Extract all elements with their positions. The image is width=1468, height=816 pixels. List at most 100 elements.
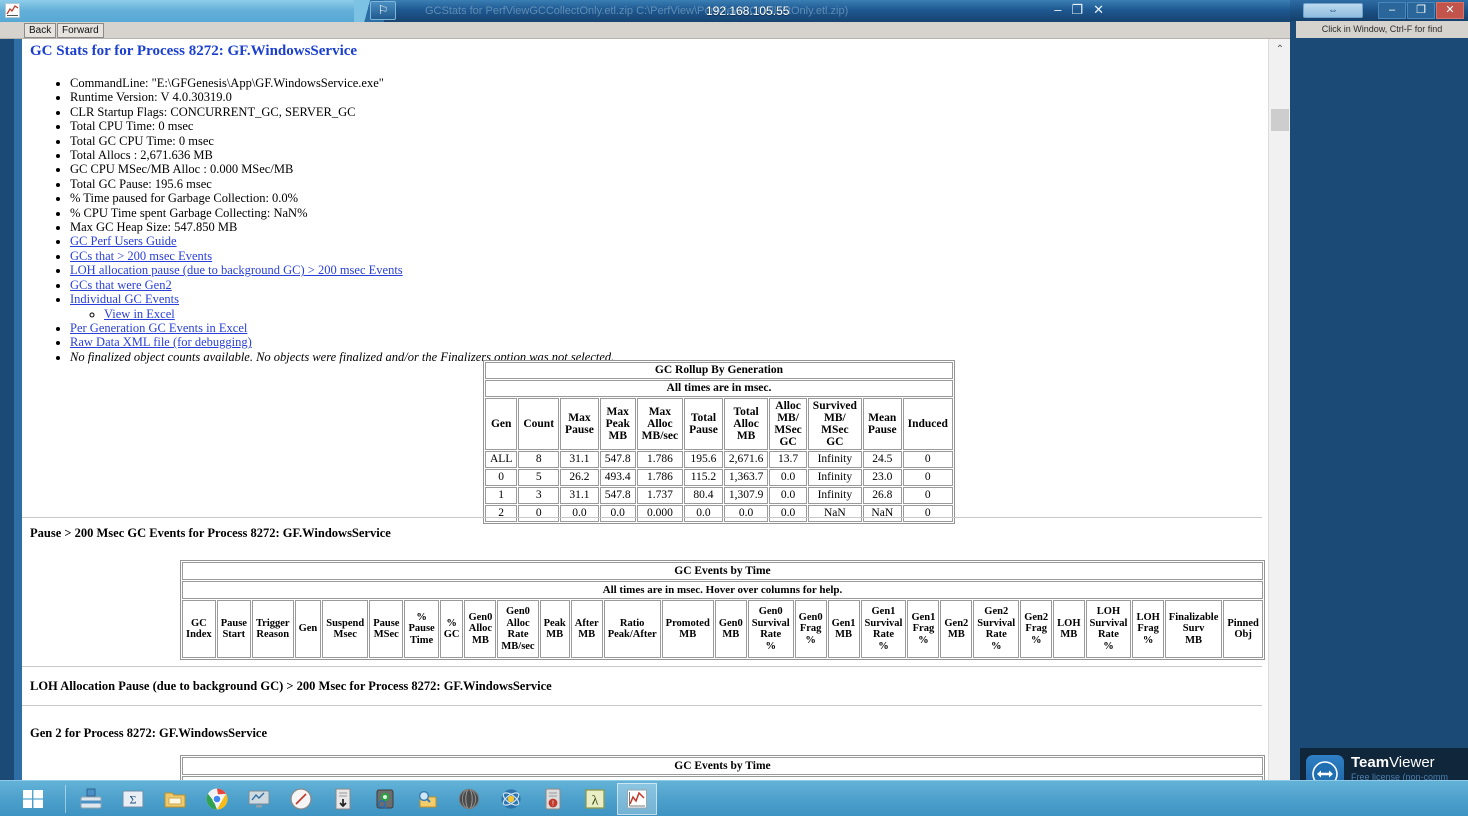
table-cell: 1 <box>485 487 518 504</box>
column-header[interactable]: Induced <box>902 398 953 450</box>
table-cell: 547.8 <box>599 451 636 468</box>
column-header[interactable]: Total Pause <box>684 398 723 450</box>
column-header[interactable]: Mean Pause <box>862 398 902 450</box>
report-link[interactable]: GCs that were Gen2 <box>70 278 172 292</box>
app-close-button[interactable]: ✕ <box>1093 3 1104 17</box>
column-header[interactable]: Gen2 Frag% <box>1020 600 1053 658</box>
taskbar-item-monitor-icon[interactable] <box>239 783 279 815</box>
column-header[interactable]: Gen2 Survival Rate% <box>973 600 1020 658</box>
report-link[interactable]: GCs that > 200 msec Events <box>70 249 212 263</box>
report-sublink-item: View in Excel <box>104 307 1268 321</box>
events-table-title: GC Events by Time <box>182 757 1263 775</box>
viewer-maximize-button[interactable]: ❐ <box>1407 2 1435 19</box>
column-header[interactable]: LOH MB <box>1053 600 1085 658</box>
column-header[interactable]: Trigger Reason <box>251 600 294 658</box>
report-link[interactable]: LOH allocation pause (due to background … <box>70 263 403 277</box>
column-header[interactable]: Pause Start <box>216 600 251 658</box>
column-header[interactable]: Gen0 Frag% <box>794 600 827 658</box>
app-restore-button[interactable]: ❐ <box>1071 3 1083 17</box>
column-header[interactable]: Gen <box>294 600 322 658</box>
table-header-row: Gen Count Max Pause Max Peak MB Max Alloc MB/sec T… <box>485 398 953 450</box>
table-banner-row: GC Rollup By Generation <box>485 362 953 379</box>
taskbar-item-search-folder-icon[interactable] <box>407 783 447 815</box>
column-header[interactable]: Peak MB <box>539 600 570 658</box>
titlebar-right-region <box>362 0 1290 22</box>
taskbar-item-inspector-icon[interactable] <box>365 783 405 815</box>
taskbar-item-atom-icon[interactable] <box>491 783 531 815</box>
column-header[interactable]: Pause MSec <box>369 600 404 658</box>
taskbar-item-powershell-icon[interactable]: Σ <box>113 783 153 815</box>
info-list-item: % Time paused for Garbage Collection: 0.… <box>70 191 1268 205</box>
table-subbanner-row: All times are in msec. <box>485 380 953 397</box>
column-header[interactable]: Gen0 MB <box>714 600 747 658</box>
view-in-excel-link[interactable]: View in Excel <box>104 307 175 321</box>
windows-start-button[interactable] <box>10 784 56 814</box>
column-header[interactable]: Max Pause <box>560 398 599 450</box>
table-cell: 0 <box>485 469 518 486</box>
report-link[interactable]: GC Perf Users Guide <box>70 234 177 248</box>
document-vertical-scrollbar[interactable]: ⌃ <box>1268 39 1290 795</box>
scroll-up-arrow[interactable]: ⌃ <box>1269 39 1291 59</box>
column-header[interactable]: After MB <box>570 600 603 658</box>
column-header[interactable]: Gen0 Alloc MB <box>464 600 497 658</box>
viewer-close-button[interactable]: ✕ <box>1436 2 1464 19</box>
column-header[interactable]: Gen1 Survival Rate% <box>860 600 907 658</box>
pin-window-button[interactable]: ⚐ <box>370 1 396 20</box>
taskbar-item-alert-app-icon[interactable]: ! <box>533 783 573 815</box>
column-header[interactable]: Gen0 Survival Rate% <box>747 600 794 658</box>
column-header[interactable]: % Pause Time <box>404 600 439 658</box>
report-link[interactable]: Individual GC Events <box>70 292 179 306</box>
taskbar-item-toolbox-icon[interactable] <box>71 783 111 815</box>
info-list-item: Total GC CPU Time: 0 msec <box>70 134 1268 148</box>
column-header[interactable]: Gen1 Frag% <box>907 600 940 658</box>
column-header[interactable]: Finalizable Surv MB <box>1164 600 1223 658</box>
viewer-hint-text: Click in Window, Ctrl-F for find <box>1296 21 1468 38</box>
svg-text:!: ! <box>552 801 554 808</box>
app-titlebar[interactable]: GCStats for PerfViewGCCollectOnly.etl.zi… <box>0 0 1290 22</box>
taskbar-item-lambda-icon[interactable]: λ <box>575 783 615 815</box>
table-cell: 195.6 <box>684 451 723 468</box>
report-link[interactable]: Per Generation GC Events in Excel <box>70 321 247 335</box>
back-button[interactable]: Back <box>24 23 57 38</box>
table-cell: 2 <box>485 505 518 522</box>
viewer-minimize-button[interactable]: – <box>1378 2 1406 19</box>
column-header[interactable]: LOH Frag% <box>1132 600 1164 658</box>
events-table-title: GC Events by Time <box>182 562 1263 580</box>
column-header[interactable]: Max Alloc MB/sec <box>636 398 684 450</box>
forward-button[interactable]: Forward <box>57 23 104 38</box>
column-header[interactable]: LOH Survival Rate% <box>1085 600 1132 658</box>
taskbar-item-perfview-chart-icon[interactable] <box>617 783 657 815</box>
taskbar-item-file-explorer-icon[interactable] <box>155 783 195 815</box>
table-cell: 115.2 <box>684 469 723 486</box>
column-header[interactable]: Pinned Obj <box>1223 600 1263 658</box>
report-link-item: Raw Data XML file (for debugging) <box>70 335 1268 349</box>
column-header[interactable]: Gen1 MB <box>827 600 860 658</box>
taskbar-item-chrome-icon[interactable] <box>197 783 237 815</box>
viewer-restore-button[interactable]: ⇔ <box>1303 3 1363 18</box>
column-header[interactable]: Count <box>518 398 560 450</box>
column-header[interactable]: GC Index <box>182 600 216 658</box>
report-link[interactable]: Raw Data XML file (for debugging) <box>70 335 252 349</box>
column-header[interactable]: Total Alloc MB <box>723 398 769 450</box>
column-header[interactable]: Gen0 Alloc Rate MB/sec <box>497 600 539 658</box>
report-link-item: Individual GC EventsView in Excel <box>70 292 1268 321</box>
scrollbar-thumb[interactable] <box>1271 109 1289 131</box>
taskbar-item-sphere-icon[interactable] <box>449 783 489 815</box>
column-header[interactable]: Alloc MB/MSec GC <box>769 398 807 450</box>
column-header[interactable]: Promoted MB <box>661 600 714 658</box>
table-cell: 0.0 <box>684 505 723 522</box>
column-header[interactable]: Gen2 MB <box>940 600 973 658</box>
table-cell: NaN <box>807 505 862 522</box>
windows-taskbar: Σ ! λ <box>0 780 1468 816</box>
app-minimize-button[interactable]: – <box>1054 3 1061 17</box>
column-header[interactable]: Ratio Peak/After <box>603 600 661 658</box>
taskbar-item-compass-icon[interactable] <box>281 783 321 815</box>
column-header[interactable]: % GC <box>439 600 464 658</box>
column-header[interactable]: Gen <box>485 398 518 450</box>
column-header[interactable]: Suspend Msec <box>322 600 369 658</box>
column-header[interactable]: Survived MB/MSec GC <box>807 398 862 450</box>
info-list-item: Total CPU Time: 0 msec <box>70 119 1268 133</box>
taskbar-item-install-icon[interactable] <box>323 783 363 815</box>
column-header[interactable]: Max Peak MB <box>599 398 636 450</box>
remote-host-address: 192.168.105.55 <box>706 4 790 18</box>
